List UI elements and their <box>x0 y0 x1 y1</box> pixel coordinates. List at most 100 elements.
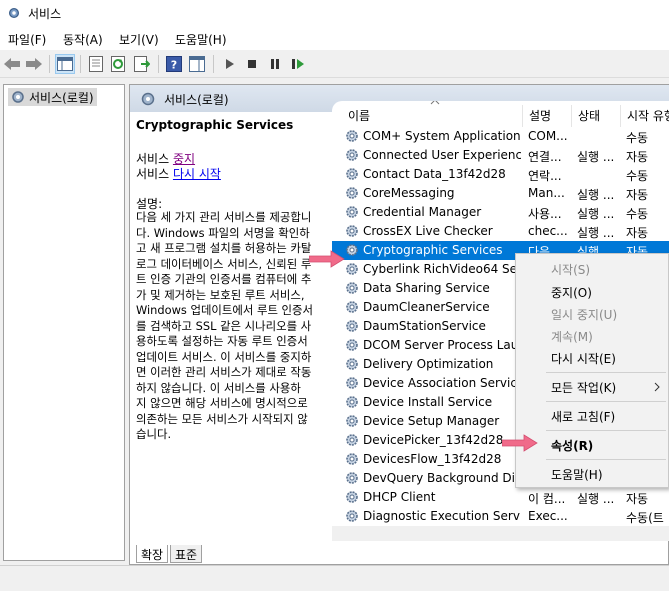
pause-service-button[interactable] <box>265 54 285 74</box>
ctx-refresh[interactable]: 새로 고침(F) <box>516 405 669 427</box>
ctx-restart[interactable]: 다시 시작(E) <box>516 347 669 369</box>
service-row[interactable]: Connected User Experience... 연결... 실행 ... 자… <box>332 146 669 165</box>
service-startup-cell: 수동 <box>626 169 649 183</box>
column-header-name[interactable]: 이름 <box>348 101 526 129</box>
service-name-cell: DaumCleanerService <box>363 300 490 314</box>
service-name-cell: Data Sharing Service <box>363 281 490 295</box>
svg-text:?: ? <box>171 59 177 72</box>
service-name-cell: Diagnostic Execution Service <box>363 509 521 523</box>
column-header-startup-type[interactable]: 시작 유형 <box>627 101 669 129</box>
service-name-cell: DHCP Client <box>363 490 436 504</box>
ctx-stop[interactable]: 중지(O) <box>516 281 669 303</box>
export-list-icon <box>134 56 150 72</box>
ctx-all-tasks[interactable]: 모든 작업(K) <box>516 376 669 398</box>
tab-extended[interactable]: 확장 <box>136 545 169 563</box>
service-gear-icon <box>344 413 360 429</box>
service-name-cell: DevQuery Background Dis... <box>363 471 521 485</box>
refresh-icon <box>111 56 125 72</box>
ctx-resume[interactable]: 계속(M) <box>516 325 669 347</box>
forward-arrow-icon <box>26 58 42 70</box>
stop-service-button[interactable] <box>242 54 262 74</box>
service-gear-icon <box>344 337 360 353</box>
submenu-arrow-icon <box>654 382 660 392</box>
service-name-cell: Cryptographic Services <box>363 243 503 257</box>
service-desc-cell: 연락... <box>528 169 562 183</box>
service-desc-cell: Exec... <box>528 509 568 523</box>
service-gear-icon <box>344 242 360 258</box>
service-gear-icon <box>344 489 360 505</box>
menu-file[interactable]: 파일(F) <box>8 31 46 48</box>
service-gear-icon <box>344 299 360 315</box>
refresh-toolbar-button[interactable] <box>109 54 129 74</box>
tab-standard[interactable]: 표준 <box>170 545 203 563</box>
service-desc-cell: Man... <box>528 186 565 200</box>
service-name-cell: Device Association Service <box>363 376 521 390</box>
horizontal-scrollbar[interactable] <box>332 526 669 541</box>
service-gear-icon <box>344 394 360 410</box>
service-description: 다음 세 가지 관리 서비스를 제공합니 다. Windows 파일의 서명을 … <box>136 210 313 441</box>
forward-button[interactable] <box>24 54 44 74</box>
service-gear-icon <box>344 185 360 201</box>
restart-service-line: 서비스 다시 시작 <box>136 167 221 181</box>
service-startup-cell: 수동 <box>626 207 649 221</box>
properties-toolbar-button[interactable] <box>86 54 106 74</box>
service-name-cell: Connected User Experience... <box>363 148 521 162</box>
show-hide-console-tree-button[interactable] <box>55 54 75 74</box>
service-startup-cell: 자동 <box>626 226 649 240</box>
sort-ascending-icon <box>430 101 440 105</box>
service-startup-cell: 수동 <box>626 131 649 145</box>
service-name-cell: CrossEX Live Checker <box>363 224 493 238</box>
back-arrow-icon <box>4 58 20 70</box>
ctx-start[interactable]: 시작(S) <box>516 258 669 280</box>
ctx-properties[interactable]: 속성(R) <box>516 434 669 456</box>
show-action-pane-button[interactable] <box>187 54 207 74</box>
service-gear-icon <box>344 451 360 467</box>
start-service-button[interactable] <box>219 54 239 74</box>
service-row[interactable]: Diagnostic Execution Service Exec... 수동(트 <box>332 507 669 526</box>
service-desc-cell: 연결... <box>528 150 562 164</box>
restart-service-link[interactable]: 다시 시작 <box>173 167 221 181</box>
help-icon: ? <box>166 56 182 72</box>
column-header-status[interactable]: 상태 <box>578 101 624 129</box>
service-row[interactable]: COM+ System Application COM... 수동 <box>332 127 669 146</box>
service-gear-icon <box>344 223 360 239</box>
play-icon <box>226 59 234 69</box>
export-list-button[interactable] <box>132 54 152 74</box>
services-gear-icon <box>141 92 155 106</box>
pane-header-title: 서비스(로컬) <box>164 93 229 107</box>
menu-view[interactable]: 보기(V) <box>119 31 159 48</box>
service-row[interactable]: DHCP Client 이 컴... 실행 ... 자동 <box>332 488 669 507</box>
restart-icon <box>292 59 304 69</box>
toolbar: ? <box>0 50 669 78</box>
back-button[interactable] <box>2 54 22 74</box>
service-gear-icon <box>344 166 360 182</box>
column-header-description[interactable]: 설명 <box>529 101 575 129</box>
window-title: 서비스 <box>28 7 62 21</box>
ctx-pause[interactable]: 일시 중지(U) <box>516 303 669 325</box>
menu-action[interactable]: 동작(A) <box>63 31 103 48</box>
help-toolbar-button[interactable]: ? <box>164 54 184 74</box>
service-name-cell: Delivery Optimization <box>363 357 494 371</box>
tree-item-services-local[interactable]: 서비스(로컬) <box>8 88 97 106</box>
stop-service-link[interactable]: 중지 <box>173 152 195 166</box>
service-row[interactable]: Credential Manager 사용... 실행 ... 수동 <box>332 203 669 222</box>
service-name-cell: DevicePicker_13f42d28 <box>363 433 504 447</box>
service-gear-icon <box>344 280 360 296</box>
restart-service-button[interactable] <box>288 54 308 74</box>
service-row[interactable]: CrossEX Live Checker chec... 실행 ... 자동 <box>332 222 669 241</box>
services-gear-icon <box>8 7 20 19</box>
service-desc-cell: chec... <box>528 224 568 238</box>
action-pane-icon <box>189 56 205 72</box>
menu-help[interactable]: 도움말(H) <box>175 31 227 48</box>
service-status-cell: 실행 ... <box>577 188 615 202</box>
service-row[interactable]: Contact Data_13f42d28 연락... 수동 <box>332 165 669 184</box>
menu-bar: 파일(F) 동작(A) 보기(V) 도움말(H) <box>0 26 669 50</box>
service-name-cell: DCOM Server Process Lau... <box>363 338 521 352</box>
service-status-cell: 실행 ... <box>577 207 615 221</box>
ctx-help[interactable]: 도움말(H) <box>516 463 669 485</box>
service-gear-icon <box>344 318 360 334</box>
pointer-arrow-icon <box>502 434 538 452</box>
context-menu: 시작(S) 중지(O) 일시 중지(U) 계속(M) 다시 시작(E) 모든 작… <box>515 253 669 488</box>
service-status-cell: 실행 ... <box>577 150 615 164</box>
service-row[interactable]: CoreMessaging Man... 실행 ... 자동 <box>332 184 669 203</box>
